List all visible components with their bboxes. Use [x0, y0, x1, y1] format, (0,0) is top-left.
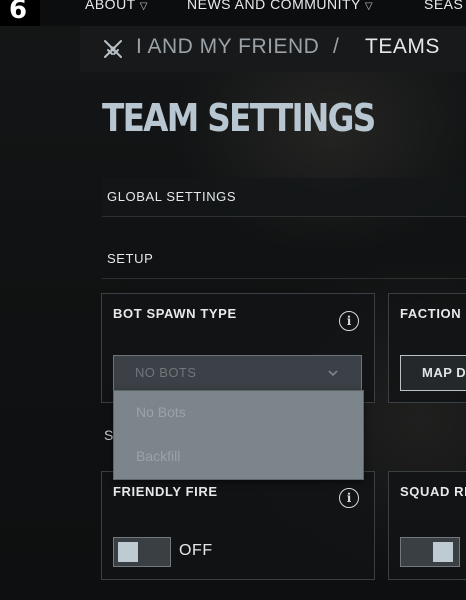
logo[interactable]: 6: [0, 0, 40, 26]
section-setup[interactable]: SETUP: [102, 240, 466, 279]
card-title: BOT SPAWN TYPE: [113, 306, 237, 321]
select-value: NO BOTS: [135, 365, 197, 380]
card-title: FACTION: [400, 306, 462, 321]
dropdown-option-no-bots[interactable]: No Bots: [136, 404, 186, 420]
bot-spawn-select[interactable]: NO BOTS: [113, 355, 362, 391]
breadcrumb-separator: /: [333, 35, 339, 58]
bot-spawn-dropdown: No Bots Backfill: [113, 390, 364, 480]
button-label: MAP D: [422, 365, 466, 380]
section-label: SETUP: [107, 251, 154, 266]
map-default-button[interactable]: MAP D: [400, 355, 466, 391]
section-label-partial: S: [104, 427, 114, 443]
nav-item-label: NEWS AND COMMUNITY: [187, 0, 361, 12]
nav-item-seasons[interactable]: SEAS: [424, 0, 463, 12]
squad-toggle[interactable]: [400, 537, 460, 567]
crossed-swords-icon: [104, 40, 122, 58]
info-icon[interactable]: i: [339, 311, 359, 331]
nav-item-about[interactable]: ABOUT ▽: [85, 0, 148, 12]
toggle-knob: [433, 542, 453, 562]
info-icon[interactable]: i: [339, 488, 359, 508]
card-title: SQUAD RI: [400, 484, 466, 499]
breadcrumb-current: TEAMS: [365, 35, 440, 58]
nav-item-news[interactable]: NEWS AND COMMUNITY ▽: [187, 0, 373, 12]
top-nav: 6 ABOUT ▽ NEWS AND COMMUNITY ▽ SEAS: [0, 0, 466, 26]
card-title: FRIENDLY FIRE: [113, 484, 218, 499]
section-label: GLOBAL SETTINGS: [107, 189, 237, 204]
logo-glyph: 6: [9, 0, 28, 25]
chevron-down-icon: ▽: [364, 1, 374, 12]
nav-item-label: SEAS: [424, 0, 464, 12]
breadcrumb-parent[interactable]: I AND MY FRIEND: [136, 35, 319, 59]
dropdown-option-backfill[interactable]: Backfill: [136, 448, 180, 464]
friendly-fire-toggle[interactable]: [113, 537, 171, 567]
chevron-down-icon: [328, 370, 338, 377]
friendly-fire-state: OFF: [179, 542, 213, 559]
toggle-knob: [118, 542, 138, 562]
nav-item-label: ABOUT: [85, 0, 136, 12]
page-title: TEAM SETTINGS: [102, 96, 376, 140]
breadcrumb: I AND MY FRIEND / TEAMS: [80, 26, 466, 72]
chevron-down-icon: ▽: [139, 1, 148, 12]
section-global-settings[interactable]: GLOBAL SETTINGS: [102, 178, 466, 217]
